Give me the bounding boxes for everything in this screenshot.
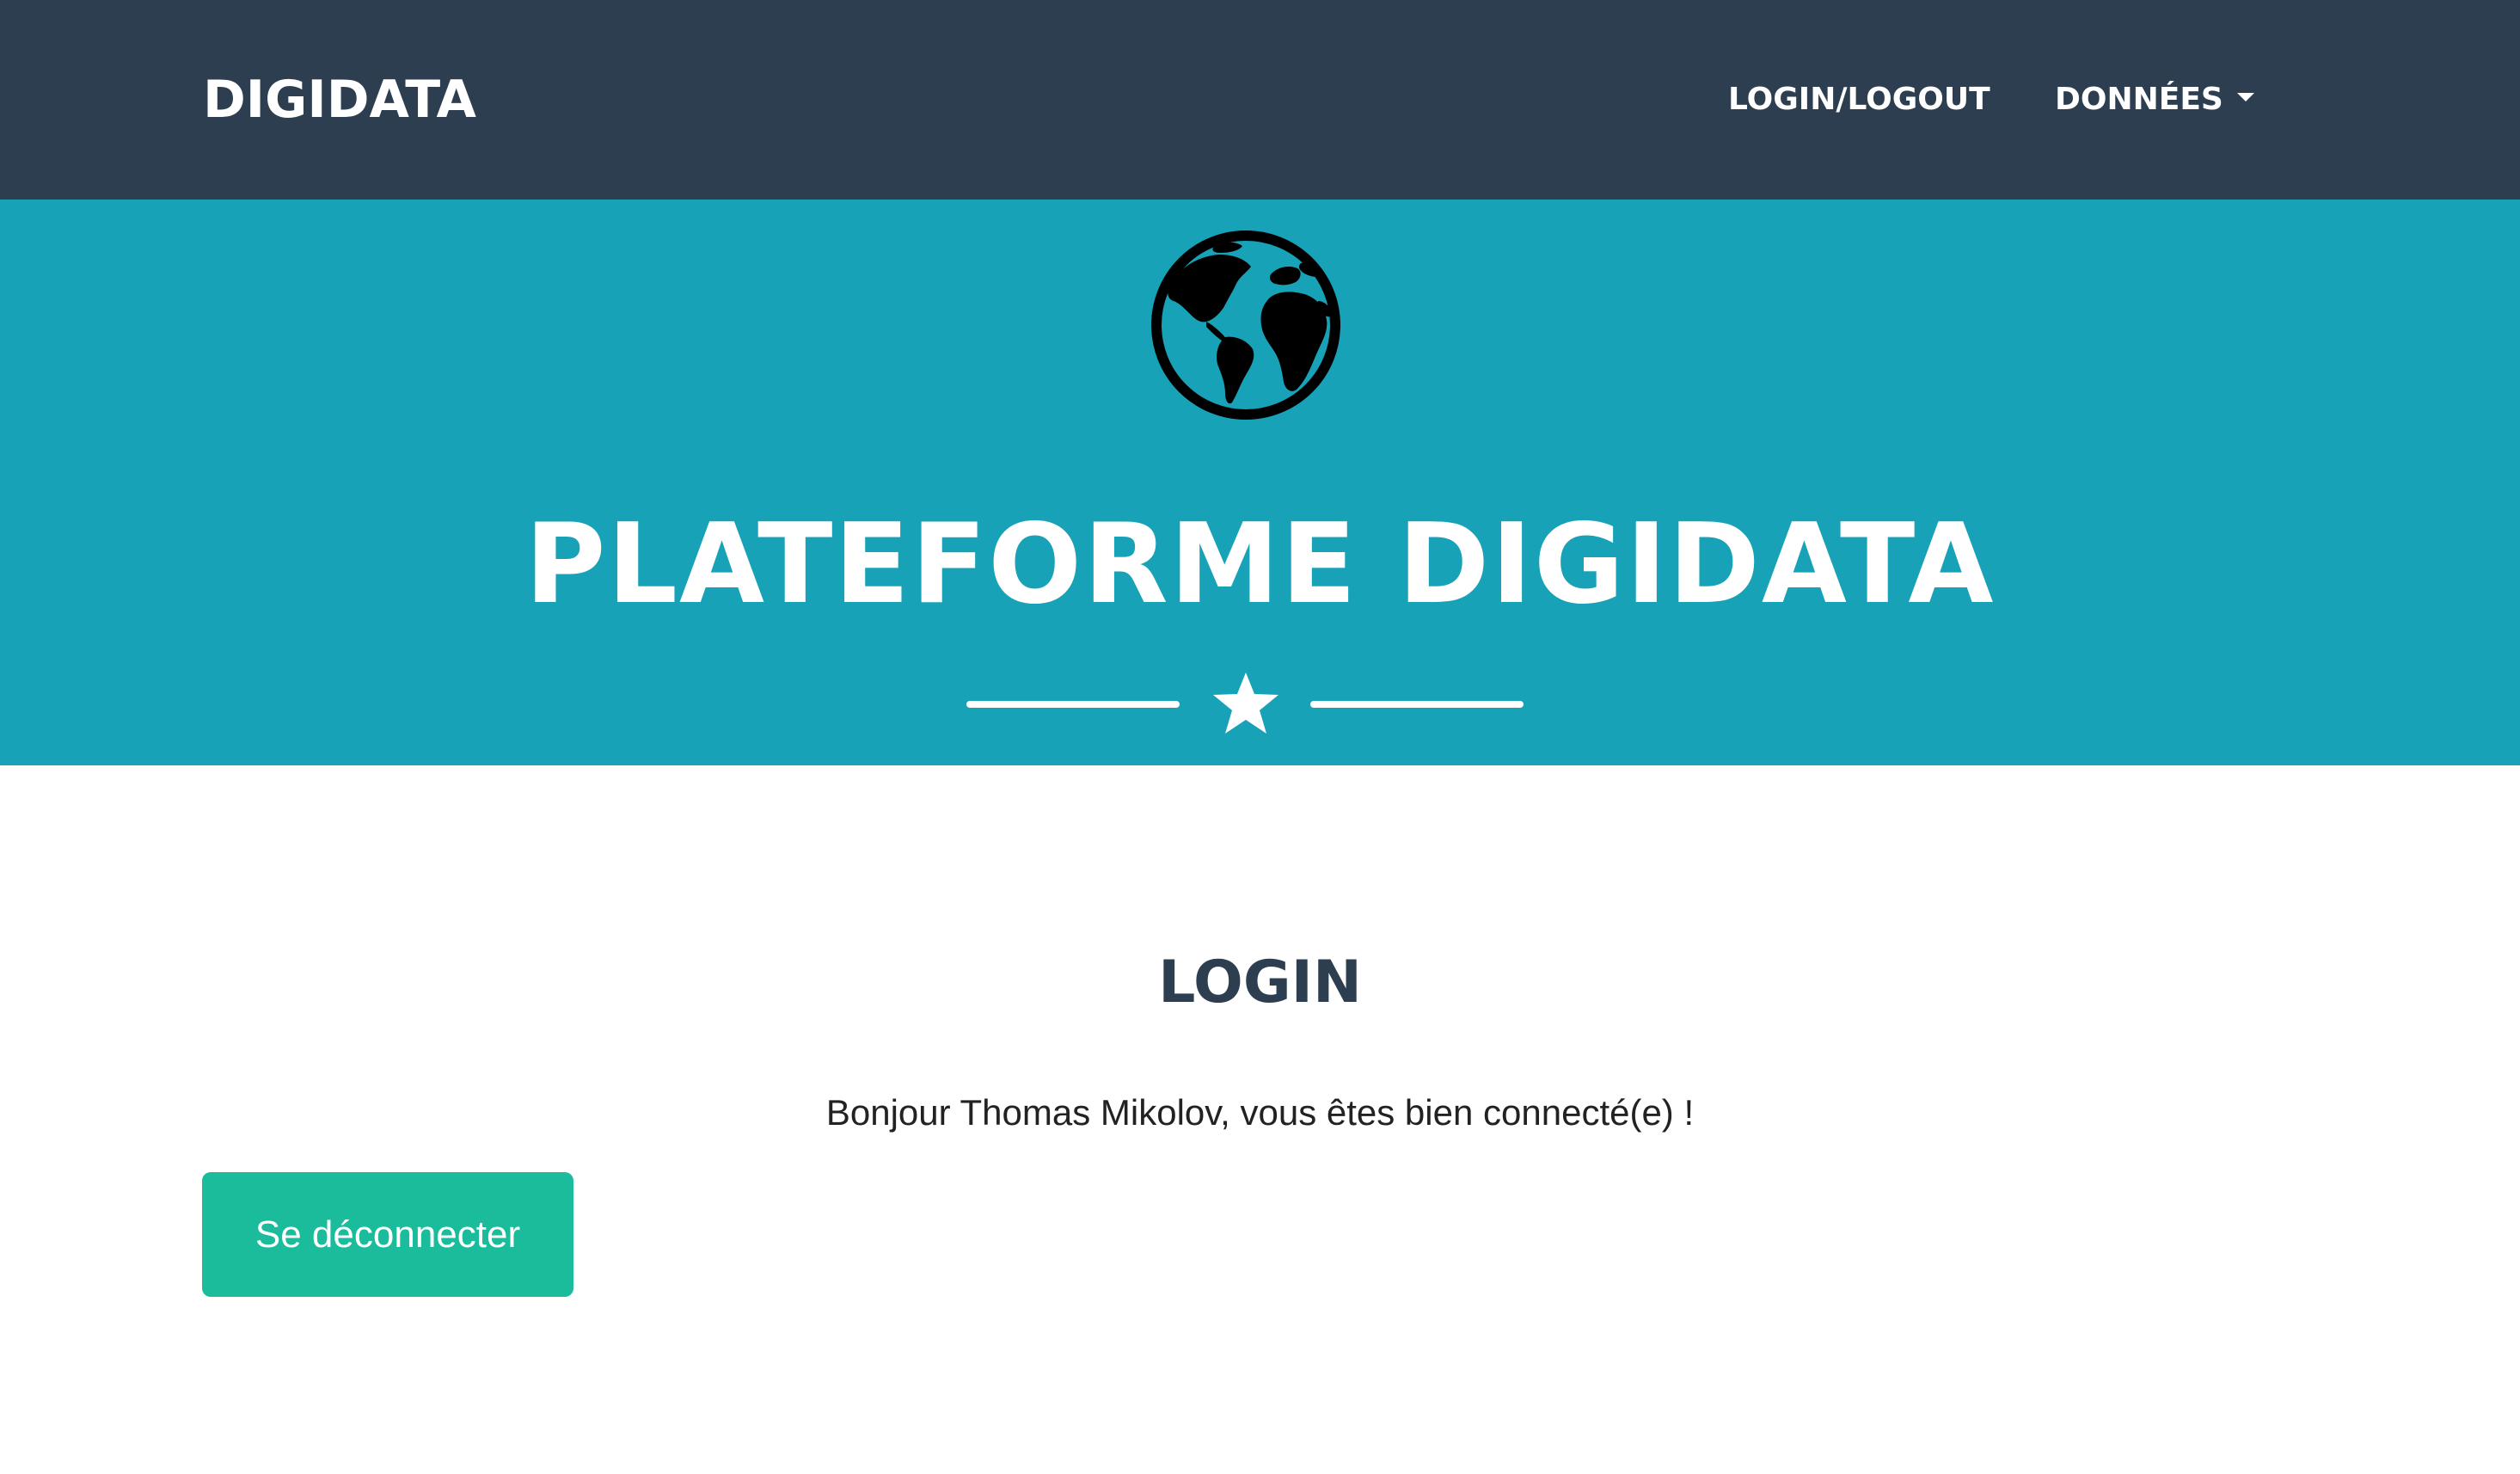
caret-down-icon	[2236, 93, 2254, 101]
globe-icon	[1151, 230, 1340, 420]
page-title: PLATEFORME DIGIDATA	[524, 501, 1996, 629]
divider-line-right	[1310, 701, 1524, 708]
navbar: DIGIDATA LOGIN/LOGOUT DONNÉES	[0, 0, 2520, 200]
divider-line-left	[966, 701, 1180, 708]
nav-donnees-dropdown[interactable]: DONNÉES	[2055, 77, 2254, 122]
nav-login-logout-label: LOGIN/LOGOUT	[1728, 82, 1990, 117]
masthead: PLATEFORME DIGIDATA	[0, 200, 2520, 765]
star-icon	[1213, 673, 1278, 734]
welcome-message: Bonjour Thomas Mikolov, vous êtes bien c…	[825, 1092, 1695, 1133]
logout-button[interactable]: Se déconnecter	[202, 1172, 573, 1297]
nav-login-logout[interactable]: LOGIN/LOGOUT	[1728, 77, 1990, 122]
login-heading: LOGIN	[1158, 949, 1362, 1016]
brand-logo[interactable]: DIGIDATA	[203, 65, 476, 134]
nav-donnees-label: DONNÉES	[2055, 82, 2223, 117]
